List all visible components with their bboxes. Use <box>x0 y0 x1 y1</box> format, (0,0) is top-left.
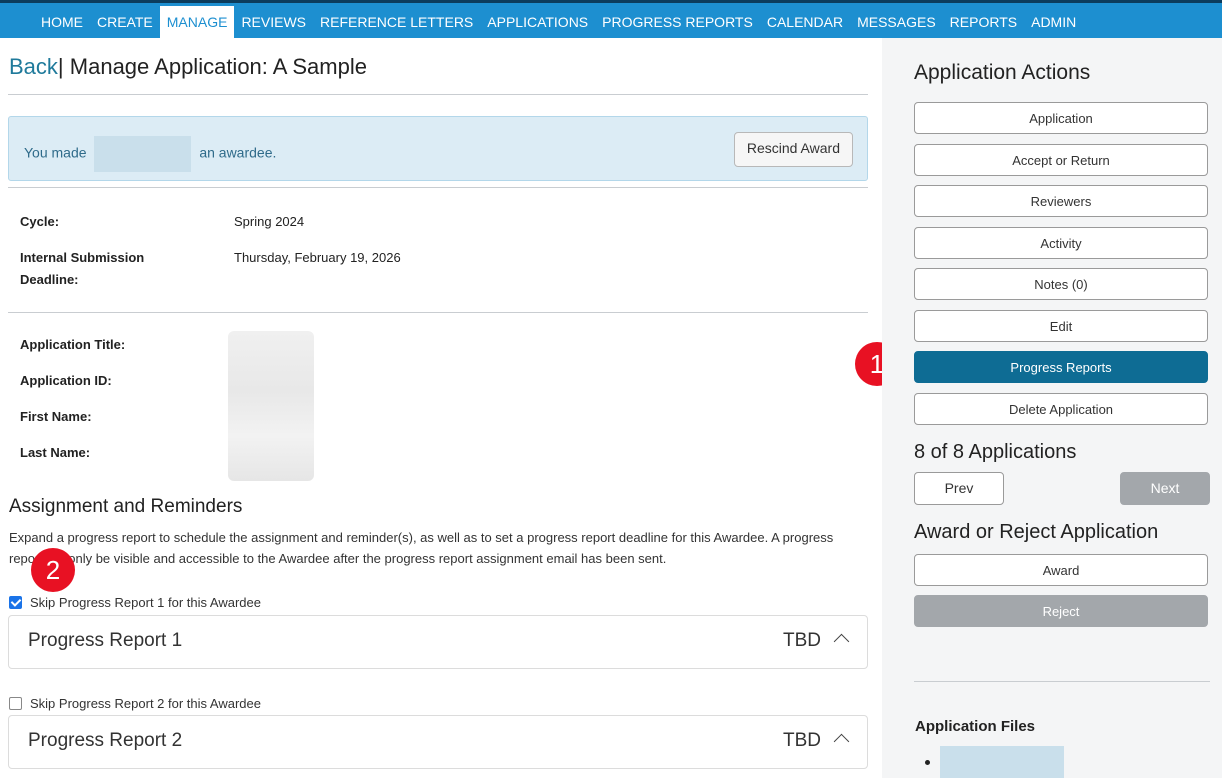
alert-text-after: an awardee. <box>199 144 277 161</box>
progress-report-1-accordion[interactable]: Progress Report 1 TBD <box>8 615 868 669</box>
divider <box>914 681 1210 682</box>
application-title-label: Application Title: <box>20 337 126 352</box>
award-button[interactable]: Award <box>914 554 1208 586</box>
nav-reviews[interactable]: REVIEWS <box>234 6 313 39</box>
skip-report-2-row[interactable]: Skip Progress Report 2 for this Awardee <box>9 696 261 711</box>
divider <box>8 94 868 95</box>
assignment-description: Expand a progress report to schedule the… <box>9 530 834 566</box>
skip-report-1-checkbox[interactable] <box>9 596 22 609</box>
nav-messages[interactable]: MESSAGES <box>850 6 943 39</box>
nav-admin[interactable]: ADMIN <box>1024 6 1083 39</box>
top-navigation-bar: HOME CREATE MANAGE REVIEWS REFERENCE LET… <box>0 0 1222 39</box>
reject-button: Reject <box>914 595 1208 627</box>
back-link[interactable]: Back <box>9 54 58 79</box>
redacted-file-link[interactable] <box>940 746 1064 778</box>
annotation-badge-2: 2 <box>31 548 75 592</box>
notes-button[interactable]: Notes (0) <box>914 268 1208 300</box>
first-name-label: First Name: <box>20 409 92 424</box>
award-reject-heading: Award or Reject Application <box>914 521 1159 543</box>
actions-heading: Application Actions <box>914 61 1091 84</box>
application-button[interactable]: Application <box>914 102 1208 134</box>
title-separator: | <box>57 54 64 79</box>
skip-report-1-label: Skip Progress Report 1 for this Awardee <box>30 595 261 610</box>
alert-message: You made an awardee. <box>24 136 276 172</box>
page-title: Back| Manage Application: A Sample <box>9 54 367 80</box>
nav-manage[interactable]: MANAGE <box>159 6 235 39</box>
nav-reports[interactable]: REPORTS <box>943 6 1024 39</box>
next-button: Next <box>1120 472 1210 505</box>
chevron-up-icon[interactable] <box>833 633 850 650</box>
accept-or-return-button[interactable]: Accept or Return <box>914 144 1208 176</box>
nav-calendar[interactable]: CALENDAR <box>760 6 850 39</box>
skip-report-1-row[interactable]: Skip Progress Report 1 for this Awardee <box>9 595 261 610</box>
page-title-text: Manage Application: A Sample <box>69 54 367 79</box>
edit-button[interactable]: Edit <box>914 310 1208 342</box>
actions-sidebar: Application Actions Application Accept o… <box>882 38 1222 778</box>
divider <box>8 187 868 188</box>
skip-report-2-label: Skip Progress Report 2 for this Awardee <box>30 696 261 711</box>
progress-report-1-status: TBD <box>783 630 821 651</box>
application-count: 8 of 8 Applications <box>914 441 1077 463</box>
award-alert: You made an awardee. Rescind Award <box>8 116 868 181</box>
progress-report-1-title: Progress Report 1 <box>28 630 183 651</box>
skip-report-2-checkbox[interactable] <box>9 697 22 710</box>
rescind-award-button[interactable]: Rescind Award <box>733 132 853 167</box>
divider <box>8 312 868 313</box>
main-nav: HOME CREATE MANAGE REVIEWS REFERENCE LET… <box>34 6 1083 39</box>
deadline-label-line2: Deadline: <box>20 272 79 287</box>
redacted-name <box>94 136 192 172</box>
reviewers-button[interactable]: Reviewers <box>914 185 1208 217</box>
main-content: Back| Manage Application: A Sample You m… <box>0 38 882 778</box>
progress-report-2-accordion[interactable]: Progress Report 2 TBD <box>8 715 868 769</box>
chevron-up-icon[interactable] <box>833 733 850 750</box>
deadline-label-line1: Internal Submission <box>20 250 145 265</box>
last-name-label: Last Name: <box>20 445 91 460</box>
nav-reference-letters[interactable]: REFERENCE LETTERS <box>313 6 480 39</box>
progress-reports-button[interactable]: Progress Reports <box>914 351 1208 383</box>
activity-button[interactable]: Activity <box>914 227 1208 259</box>
deadline-label: Internal Submission Deadline: <box>20 247 144 291</box>
progress-report-2-title: Progress Report 2 <box>28 730 183 751</box>
application-files-heading: Application Files <box>915 718 1036 735</box>
progress-report-2-status: TBD <box>783 730 821 751</box>
delete-application-button[interactable]: Delete Application <box>914 393 1208 425</box>
nav-progress-reports[interactable]: PROGRESS REPORTS <box>595 6 760 39</box>
nav-create[interactable]: CREATE <box>90 6 160 39</box>
alert-text-before: You made <box>24 144 87 161</box>
redacted-values <box>228 331 314 481</box>
nav-home[interactable]: HOME <box>34 6 90 39</box>
prev-button[interactable]: Prev <box>914 472 1004 505</box>
nav-applications[interactable]: APPLICATIONS <box>480 6 595 39</box>
cycle-value: Spring 2024 <box>234 214 305 229</box>
cycle-label: Cycle: <box>20 214 60 229</box>
deadline-value: Thursday, February 19, 2026 <box>234 250 401 265</box>
bullet-icon <box>925 760 930 765</box>
assignment-heading: Assignment and Reminders <box>9 496 243 517</box>
application-id-label: Application ID: <box>20 373 112 388</box>
